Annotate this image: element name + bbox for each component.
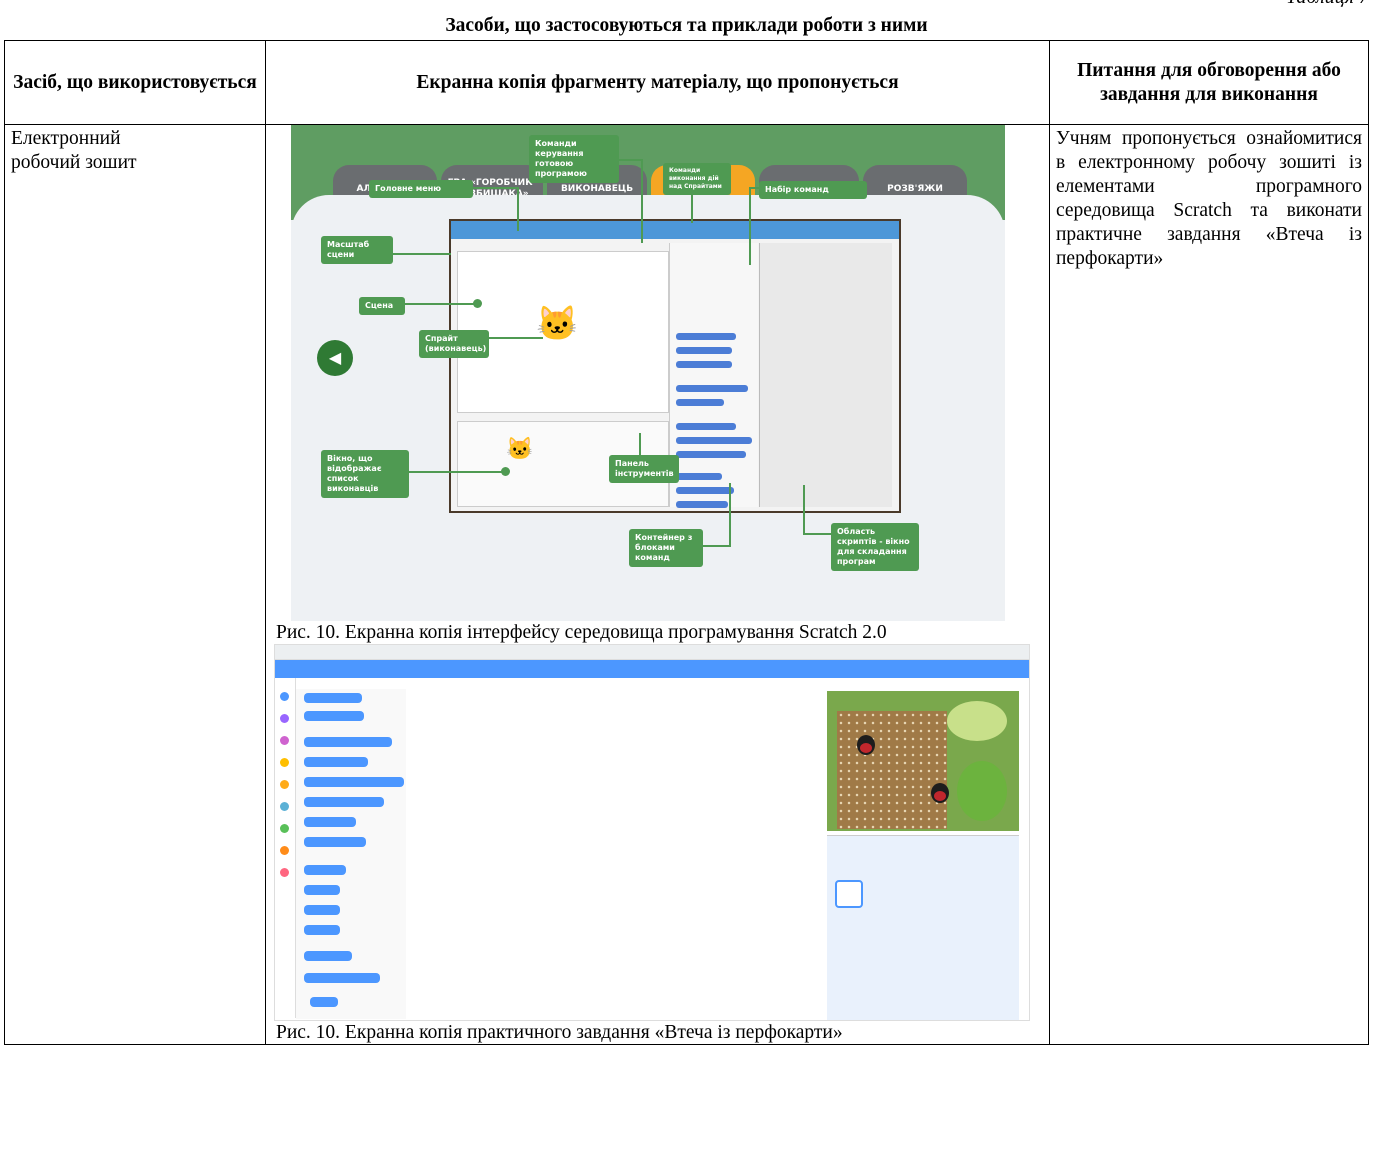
block[interactable] bbox=[304, 865, 346, 875]
browser-address-bar bbox=[275, 645, 1029, 660]
category-operators-icon[interactable] bbox=[280, 824, 289, 833]
category-looks-icon[interactable] bbox=[280, 714, 289, 723]
scratch3-menubar bbox=[275, 660, 1029, 678]
task-cell: Учням пропонується ознайомитися в електр… bbox=[1049, 124, 1369, 1045]
task-stage bbox=[827, 691, 1019, 831]
block bbox=[676, 451, 746, 458]
tool-cell: Електронний робочий зошит bbox=[4, 124, 266, 1045]
block bbox=[676, 399, 724, 406]
block[interactable] bbox=[304, 837, 366, 847]
block-palette bbox=[669, 243, 758, 508]
label-main-menu: Головне меню bbox=[369, 180, 473, 198]
block bbox=[676, 361, 732, 368]
category-sound-icon[interactable] bbox=[280, 736, 289, 745]
block[interactable] bbox=[304, 693, 362, 703]
figure2-caption: Рис. 10. Екранна копія практичного завда… bbox=[276, 1022, 843, 1043]
block[interactable] bbox=[310, 997, 338, 1007]
category-motion-icon[interactable] bbox=[280, 692, 289, 701]
block bbox=[676, 501, 728, 508]
block[interactable] bbox=[304, 817, 356, 827]
tool-name: Електронний робочий зошит bbox=[11, 128, 137, 173]
scratch3-task-screenshot bbox=[274, 644, 1030, 1021]
category-list bbox=[275, 678, 296, 1018]
block[interactable] bbox=[304, 797, 384, 807]
scratch2-workbook-screenshot: АЛГОРИТМ ГРА «ГОРОБЧИК-РОЗБИШАКА» ВИКОНА… bbox=[291, 125, 1005, 621]
block[interactable] bbox=[304, 737, 392, 747]
label-command-set: Набір команд bbox=[759, 181, 867, 199]
block[interactable] bbox=[304, 885, 340, 895]
block[interactable] bbox=[304, 925, 340, 935]
screenshot-cell: АЛГОРИТМ ГРА «ГОРОБЧИК-РОЗБИШАКА» ВИКОНА… bbox=[265, 124, 1050, 1045]
block[interactable] bbox=[304, 711, 364, 721]
table-number-label: Таблиця 7 bbox=[1286, 0, 1369, 9]
task-text: Учням пропонується ознайомитися в електр… bbox=[1056, 128, 1362, 269]
header-screenshot: Екранна копія фрагменту матеріалу, що пр… bbox=[265, 40, 1050, 125]
ladybug-sprite-icon bbox=[931, 783, 949, 803]
label-program-controls: Команди керування готовою програмою bbox=[529, 135, 619, 183]
block bbox=[676, 423, 736, 430]
block[interactable] bbox=[304, 905, 340, 915]
label-stage-scale: Масштаб сцени bbox=[321, 236, 393, 264]
sprite-pane-3 bbox=[827, 835, 1019, 1020]
block-palette-3 bbox=[296, 689, 406, 1019]
materials-table: Засіб, що використовується Екранна копія… bbox=[4, 40, 1369, 1045]
back-arrow-icon[interactable]: ◀ bbox=[317, 340, 353, 376]
block[interactable] bbox=[304, 973, 380, 983]
label-stage: Сцена bbox=[359, 297, 405, 315]
block bbox=[676, 333, 736, 340]
header-task: Питання для обговорення або завдання для… bbox=[1049, 40, 1369, 125]
table-caption: Засоби, що застосовуються та приклади ро… bbox=[445, 15, 928, 36]
ladybug-sprite-icon bbox=[857, 735, 875, 755]
category-myblocks-icon[interactable] bbox=[280, 868, 289, 877]
block bbox=[676, 437, 752, 444]
label-toolbar: Панель інструментів bbox=[609, 455, 679, 483]
block bbox=[676, 473, 722, 480]
header-tool: Засіб, що використовується bbox=[4, 40, 266, 125]
scripts-area bbox=[759, 243, 892, 507]
block bbox=[676, 487, 734, 494]
block bbox=[676, 385, 748, 392]
label-script-area: Область скриптів - вікно для складання п… bbox=[831, 523, 919, 571]
block[interactable] bbox=[304, 951, 352, 961]
code-area[interactable] bbox=[407, 689, 819, 1019]
label-sprite-list: Вікно, що відображає список виконавців bbox=[321, 450, 409, 498]
category-control-icon[interactable] bbox=[280, 780, 289, 789]
sprite-thumbnail[interactable] bbox=[835, 880, 863, 908]
label-sprite-commands: Команди виконання дій над Спрайтами bbox=[663, 163, 731, 195]
figure1-caption: Рис. 10. Екранна копія інтерфейсу середо… bbox=[276, 622, 887, 643]
label-sprite: Спрайт (виконавець) bbox=[419, 330, 489, 358]
category-events-icon[interactable] bbox=[280, 758, 289, 767]
block[interactable] bbox=[304, 777, 404, 787]
category-variables-icon[interactable] bbox=[280, 846, 289, 855]
leaf-decoration bbox=[947, 701, 1007, 741]
label-block-container: Контейнер з блоками команд bbox=[629, 529, 703, 567]
leaf-decoration bbox=[957, 761, 1007, 821]
block[interactable] bbox=[304, 757, 368, 767]
punch-card-grid bbox=[837, 711, 947, 829]
category-sensing-icon[interactable] bbox=[280, 802, 289, 811]
block bbox=[676, 347, 732, 354]
cat-thumbnail-icon: 🐱 bbox=[506, 436, 534, 461]
